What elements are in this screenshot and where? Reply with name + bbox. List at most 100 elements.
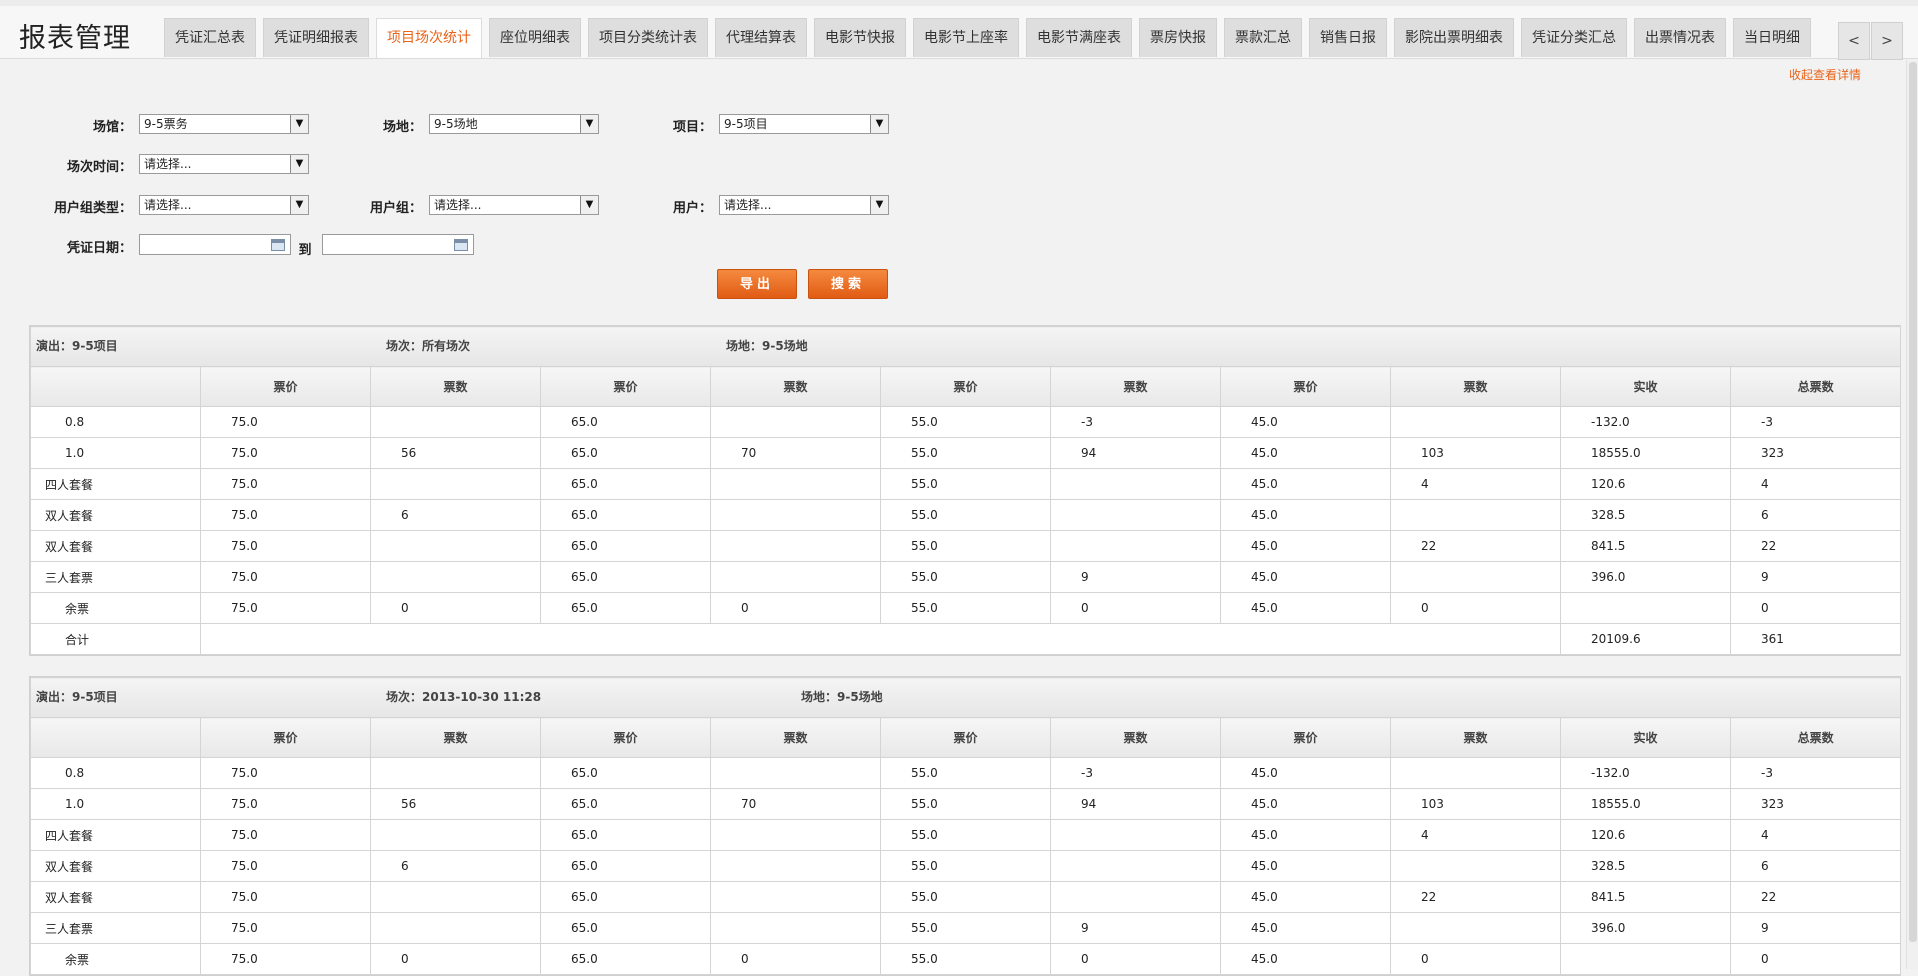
tab-15[interactable]: 当日明细	[1733, 18, 1811, 57]
report-show-label: 演出：9-5项目	[36, 339, 118, 353]
table-cell	[710, 912, 881, 944]
tab-next-button[interactable]: >	[1871, 22, 1903, 60]
tab-1[interactable]: 凭证明细报表	[263, 18, 369, 57]
tab-13[interactable]: 凭证分类汇总	[1521, 18, 1627, 57]
tab-9[interactable]: 票房快报	[1139, 18, 1217, 57]
table-cell: 55.0	[880, 592, 1051, 624]
user-select[interactable]: 请选择... ▼	[719, 195, 889, 215]
report-table-0: 演出：9-5项目 场次：所有场次 场地：9-5场地 票价 票数 票价 票数 票价 票数 票价 票数实…	[29, 325, 1902, 656]
table-cell: 45.0	[1220, 819, 1391, 851]
total-spacer	[200, 623, 1561, 655]
report-session-label: 场次：所有场次	[386, 339, 471, 353]
table-cell: 841.5	[1560, 881, 1731, 913]
date-from-input[interactable]	[139, 234, 291, 255]
column-header: 票数	[710, 717, 881, 758]
tab-2[interactable]: 项目场次统计	[376, 18, 482, 58]
column-header: 实收	[1560, 366, 1731, 407]
table-cell: -132.0	[1560, 757, 1731, 789]
chevron-down-icon: ▼	[580, 196, 598, 214]
tab-8[interactable]: 电影节满座表	[1026, 18, 1132, 57]
user-label: 用户：	[672, 201, 712, 216]
tab-6[interactable]: 电影节快报	[814, 18, 906, 57]
table-cell: 45.0	[1220, 499, 1391, 531]
tab-11[interactable]: 销售日报	[1309, 18, 1387, 57]
table-cell: 396.0	[1560, 912, 1731, 944]
usergroup-type-label: 用户组类型：	[53, 201, 132, 216]
venue-select[interactable]: 9-5票务 ▼	[139, 114, 309, 134]
table-cell: 75.0	[200, 850, 371, 882]
scrollbar-thumb[interactable]	[1909, 62, 1917, 942]
tab-3[interactable]: 座位明细表	[489, 18, 581, 57]
date-to-input[interactable]	[322, 234, 474, 255]
tab-7[interactable]: 电影节上座率	[913, 18, 1019, 57]
table-cell	[710, 757, 881, 789]
table-cell: 9	[1729, 561, 1902, 593]
project-select[interactable]: 9-5项目 ▼	[719, 114, 889, 134]
column-header: 票数	[1050, 366, 1221, 407]
usergroup-type-select[interactable]: 请选择... ▼	[139, 195, 309, 215]
table-cell: 75.0	[200, 943, 371, 975]
table-cell: 75.0	[200, 499, 371, 531]
table-cell	[710, 406, 881, 438]
column-header: 票价	[880, 366, 1051, 407]
table-cell: -132.0	[1560, 406, 1731, 438]
column-header: 票数	[710, 366, 881, 407]
tab-4[interactable]: 项目分类统计表	[588, 18, 708, 57]
column-header: 票数	[370, 717, 541, 758]
total-count: 361	[1729, 623, 1902, 655]
table-row: 双人套餐 75.0 6 65.0 55.0 45.0 328.5 6	[30, 850, 1902, 882]
table-cell: 0	[370, 592, 541, 624]
table-cell: 55.0	[880, 819, 1051, 851]
table-cell: 75.0	[200, 592, 371, 624]
table-row: 0.8 75.0 65.0 55.0 -3 45.0 -132.0 -3	[30, 757, 1902, 789]
table-row: 1.0 75.0 56 65.0 70 55.0 94 45.0 103 18555.0 323	[30, 788, 1902, 820]
table-cell: 65.0	[540, 788, 711, 820]
vertical-scrollbar[interactable]	[1906, 60, 1918, 969]
table-cell: 65.0	[540, 561, 711, 593]
table-cell: 45.0	[1220, 561, 1391, 593]
calendar-icon[interactable]	[454, 239, 468, 251]
table-cell: 55.0	[880, 530, 1051, 562]
tab-14[interactable]: 出票情况表	[1634, 18, 1726, 57]
site-label: 场地：	[382, 120, 422, 135]
table-cell	[1390, 912, 1561, 944]
table-cell: 75.0	[200, 468, 371, 500]
calendar-icon[interactable]	[271, 239, 285, 251]
tab-5[interactable]: 代理结算表	[715, 18, 807, 57]
table-cell: 323	[1729, 437, 1902, 469]
table-cell: 45.0	[1220, 406, 1391, 438]
site-select[interactable]: 9-5场地 ▼	[429, 114, 599, 134]
row-label: 三人套票	[30, 561, 201, 593]
usergroup-type-select-value: 请选择...	[144, 198, 192, 212]
table-cell: 328.5	[1560, 850, 1731, 882]
row-label: 四人套餐	[30, 468, 201, 500]
export-button[interactable]: 导出	[717, 269, 797, 299]
tab-prev-button[interactable]: <	[1838, 22, 1870, 60]
table-cell: 0	[1729, 592, 1902, 624]
column-header: 实收	[1560, 717, 1731, 758]
tab-10[interactable]: 票款汇总	[1224, 18, 1302, 57]
user-select-value: 请选择...	[724, 198, 772, 212]
row-label: 双人套餐	[30, 499, 201, 531]
tab-12[interactable]: 影院出票明细表	[1394, 18, 1514, 57]
chevron-down-icon: ▼	[580, 115, 598, 133]
table-cell: 103	[1390, 437, 1561, 469]
column-header: 票数	[1390, 366, 1561, 407]
column-header	[30, 366, 201, 407]
tab-0[interactable]: 凭证汇总表	[164, 18, 256, 57]
column-header: 票价	[200, 366, 371, 407]
table-cell: 0	[1390, 943, 1561, 975]
session-time-select[interactable]: 请选择... ▼	[139, 154, 309, 174]
table-cell: -3	[1050, 757, 1221, 789]
row-label: 0.8	[30, 406, 201, 438]
table-cell: 55.0	[880, 406, 1051, 438]
column-header: 票价	[540, 366, 711, 407]
row-label: 余票	[30, 592, 201, 624]
search-button[interactable]: 搜索	[808, 269, 888, 299]
collapse-details-link[interactable]: 收起查看详情	[1789, 66, 1861, 83]
table-cell: 45.0	[1220, 881, 1391, 913]
table-cell: 65.0	[540, 943, 711, 975]
usergroup-select[interactable]: 请选择... ▼	[429, 195, 599, 215]
table-cell: 4	[1390, 819, 1561, 851]
table-cell: 56	[370, 437, 541, 469]
